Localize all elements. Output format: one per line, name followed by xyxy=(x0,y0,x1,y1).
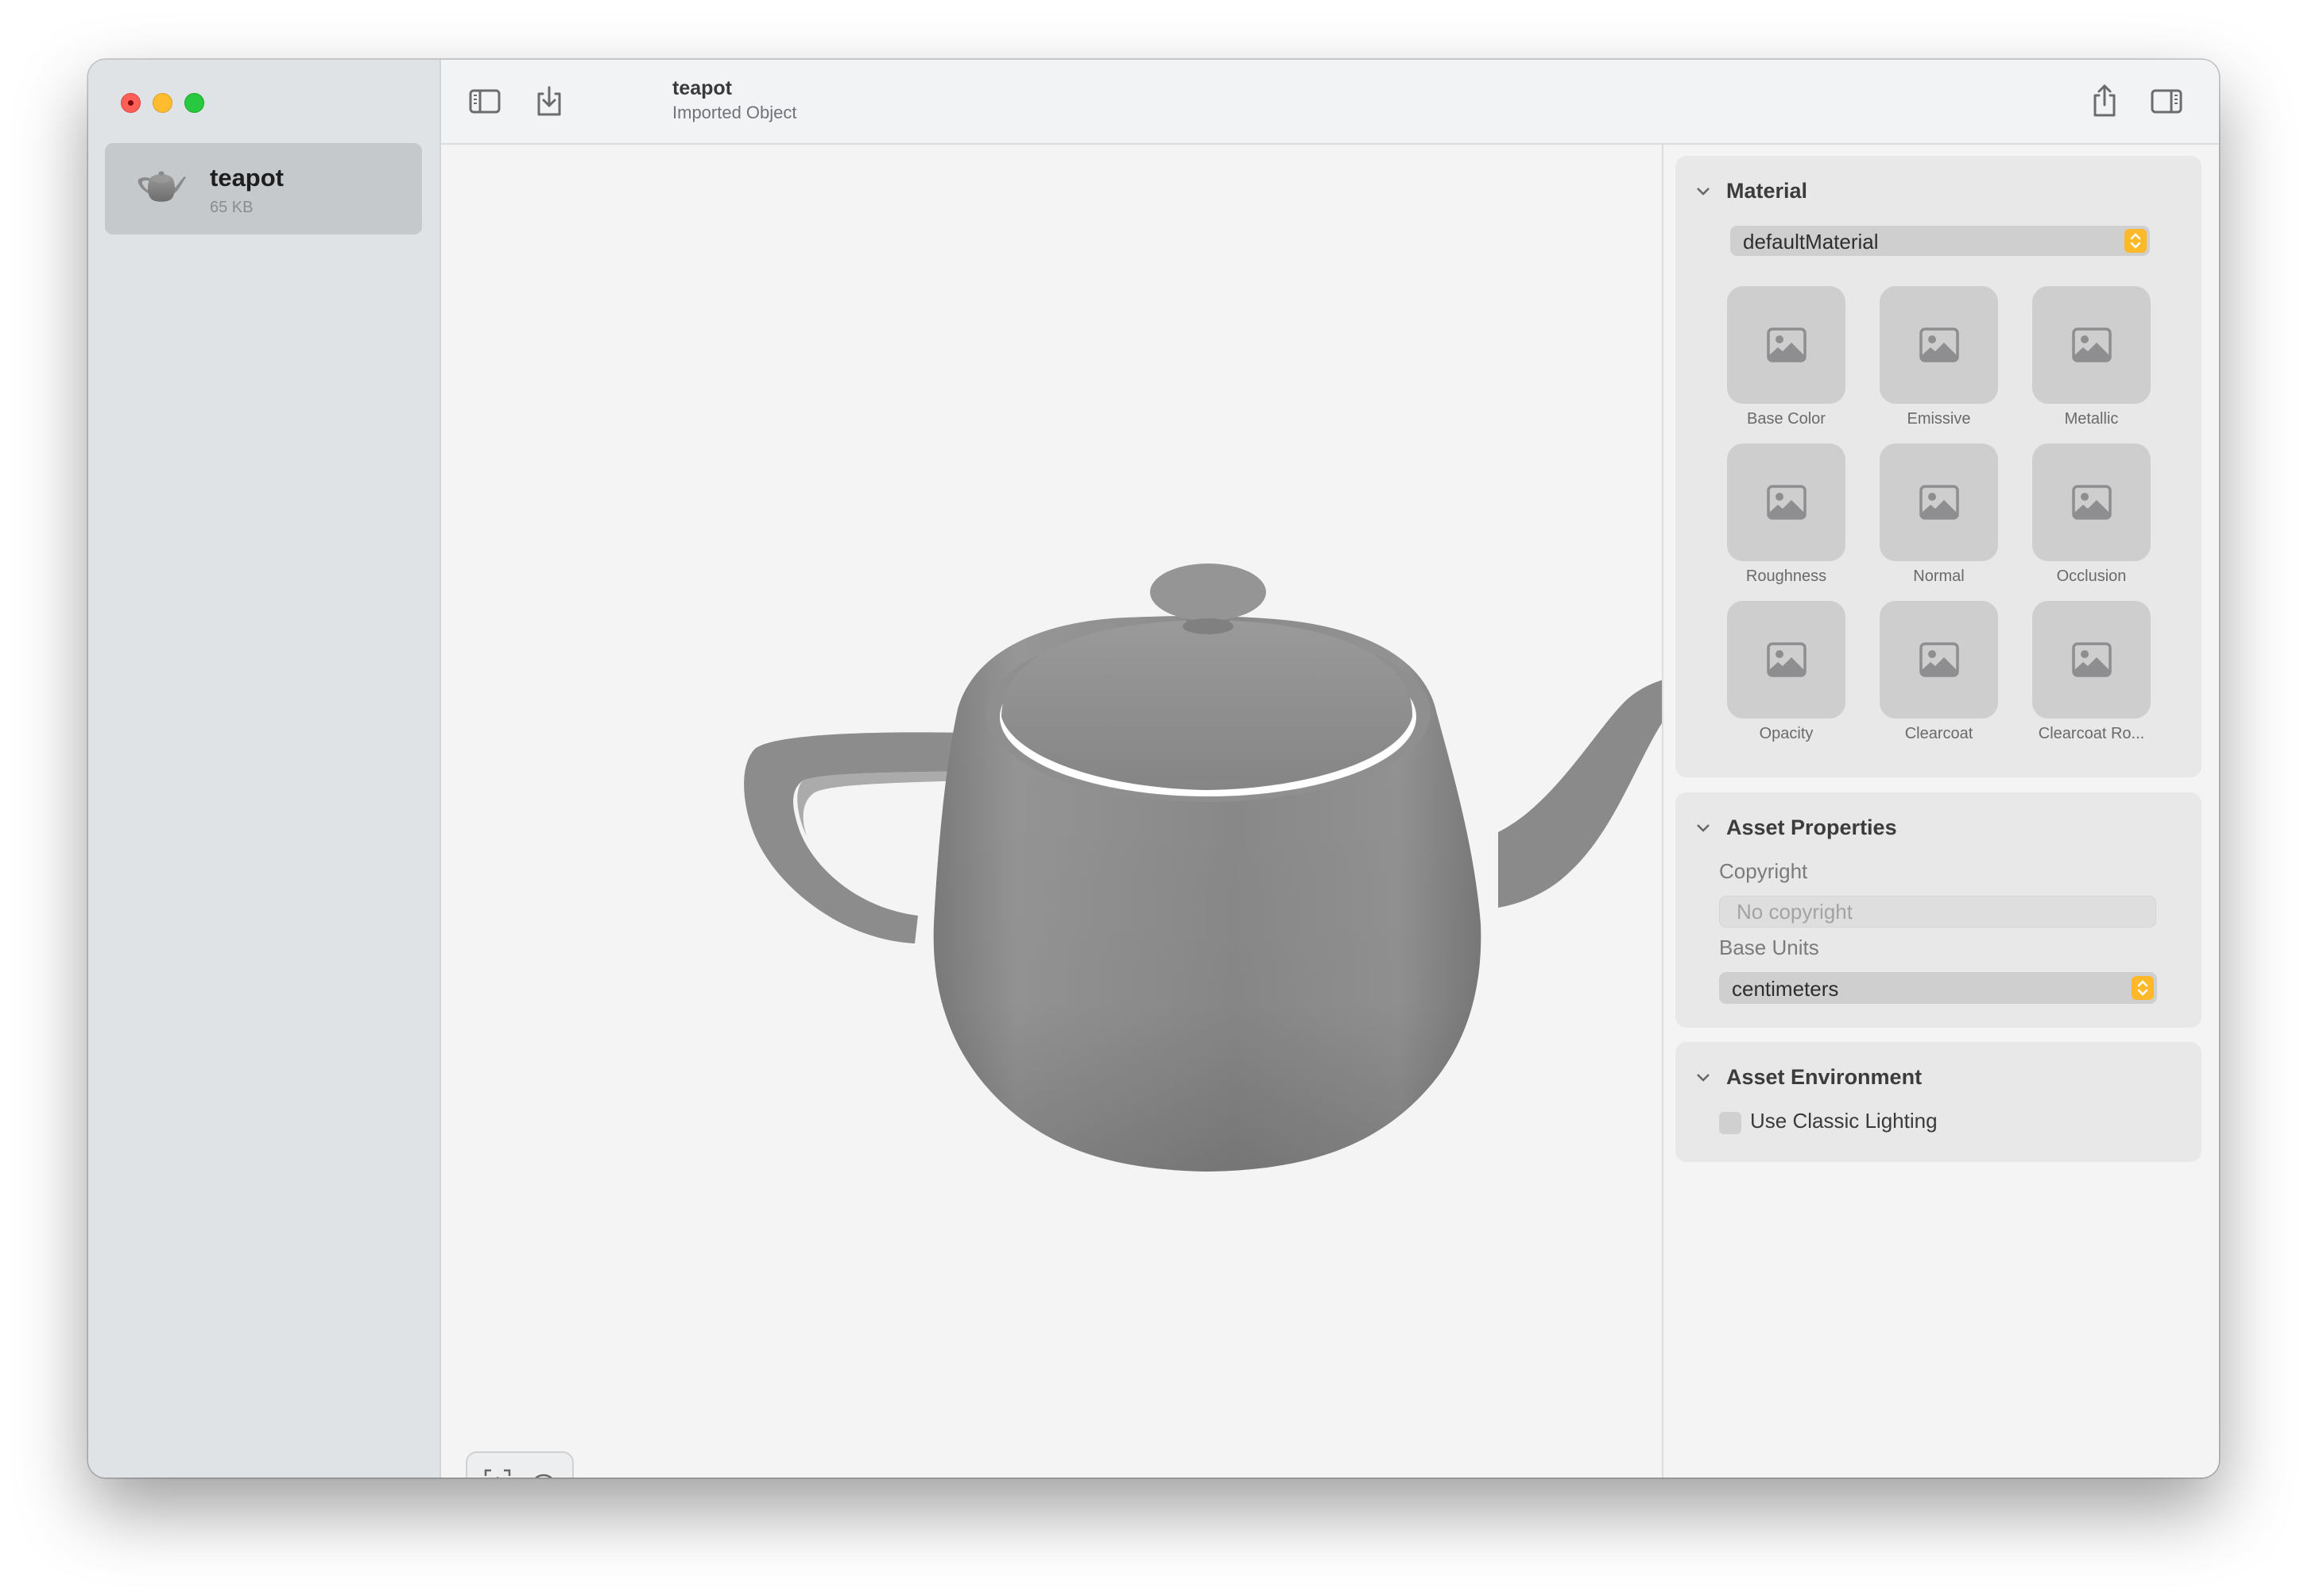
asset-environment-panel: Asset Environment Use Classic Lighting xyxy=(1675,1042,2202,1162)
copyright-label: Copyright xyxy=(1719,859,1808,883)
zoom-window-button[interactable] xyxy=(184,93,204,113)
texture-slot-clearcoat-roughness[interactable]: Clearcoat Ro... xyxy=(2032,601,2151,743)
image-placeholder-icon xyxy=(1767,327,1807,362)
texture-slot-roughness[interactable]: Roughness xyxy=(1727,444,1845,586)
material-section-header[interactable]: Material xyxy=(1694,176,1807,205)
share-icon[interactable] xyxy=(2087,83,2122,118)
3d-viewport[interactable] xyxy=(441,145,1663,1478)
copyright-input[interactable] xyxy=(1720,897,2155,927)
asset-environment-title: Asset Environment xyxy=(1726,1064,1923,1089)
material-select[interactable]: defaultMaterial xyxy=(1730,226,2150,256)
frame-object-icon[interactable] xyxy=(482,1466,513,1478)
classic-lighting-checkbox[interactable] xyxy=(1719,1112,1741,1134)
inspector-toggle-icon[interactable] xyxy=(2149,83,2184,118)
image-placeholder-icon xyxy=(1919,485,1959,520)
texture-label: Base Color xyxy=(1747,410,1826,428)
document-title: teapot xyxy=(672,77,732,99)
image-placeholder-icon xyxy=(2072,642,2112,677)
toolbar: teapot Imported Object xyxy=(441,60,2219,145)
base-units-select[interactable]: centimeters xyxy=(1719,972,2157,1004)
texture-label: Occlusion xyxy=(2056,568,2127,585)
texture-label: Opacity xyxy=(1759,725,1814,742)
asset-environment-section-header[interactable]: Asset Environment xyxy=(1694,1063,1922,1091)
teapot-spout xyxy=(1498,680,1662,908)
chevron-down-icon[interactable] xyxy=(1694,182,1712,200)
material-select-value: defaultMaterial xyxy=(1743,230,1879,254)
texture-slot-occlusion[interactable]: Occlusion xyxy=(2032,444,2151,586)
viewport-controls xyxy=(466,1451,574,1478)
image-placeholder-icon xyxy=(1767,642,1807,677)
image-placeholder-icon xyxy=(1919,642,1959,677)
close-window-button[interactable] xyxy=(121,93,141,113)
texture-label: Emissive xyxy=(1907,410,1971,428)
asset-properties-panel: Asset Properties Copyright Base Units ce… xyxy=(1675,792,2202,1028)
texture-slot-opacity[interactable]: Opacity xyxy=(1727,601,1845,743)
texture-slot-metallic[interactable]: Metallic xyxy=(2032,286,2151,428)
image-placeholder-icon xyxy=(2072,327,2112,362)
image-placeholder-icon xyxy=(2072,485,2112,520)
chevron-down-icon[interactable] xyxy=(1694,1068,1712,1086)
app-window: teapot 65 KB teapot Imported Object Mate… xyxy=(88,60,2219,1478)
texture-slot-clearcoat[interactable]: Clearcoat xyxy=(1880,601,1998,743)
image-placeholder-icon xyxy=(1767,485,1807,520)
texture-label: Clearcoat xyxy=(1904,725,1973,742)
material-panel: Material defaultMaterial Base Color Emis… xyxy=(1675,156,2202,777)
chevron-down-icon[interactable] xyxy=(1694,819,1712,836)
asset-properties-title: Asset Properties xyxy=(1726,815,1897,839)
sidebar-toggle-icon[interactable] xyxy=(467,83,502,118)
classic-lighting-label[interactable]: Use Classic Lighting xyxy=(1750,1109,1938,1133)
sidebar: teapot 65 KB xyxy=(88,60,441,1478)
teapot-model[interactable] xyxy=(441,145,1662,1478)
texture-label: Normal xyxy=(1913,568,1965,585)
base-units-value: centimeters xyxy=(1732,977,1839,1001)
copyright-field[interactable] xyxy=(1719,896,2156,928)
environment-dome-icon[interactable] xyxy=(528,1466,560,1478)
inspector: Material defaultMaterial Base Color Emis… xyxy=(1663,145,2219,1478)
minimize-window-button[interactable] xyxy=(153,93,172,113)
material-section-title: Material xyxy=(1726,178,1808,203)
base-units-label: Base Units xyxy=(1719,936,1819,959)
document-subtitle: Imported Object xyxy=(672,103,797,122)
texture-slot-base-color[interactable]: Base Color xyxy=(1727,286,1845,428)
teapot-thumbnail-icon xyxy=(137,171,186,202)
sidebar-item-teapot[interactable]: teapot 65 KB xyxy=(105,143,422,234)
texture-label: Roughness xyxy=(1745,568,1827,585)
teapot-lid xyxy=(1001,620,1413,790)
sidebar-item-name: teapot xyxy=(210,164,284,192)
import-icon[interactable] xyxy=(532,83,567,118)
asset-properties-section-header[interactable]: Asset Properties xyxy=(1694,813,1897,842)
texture-label: Metallic xyxy=(2064,410,2119,428)
texture-slot-emissive[interactable]: Emissive xyxy=(1880,286,1998,428)
stepper-arrows-icon xyxy=(2132,976,2154,1000)
image-placeholder-icon xyxy=(1919,327,1959,362)
sidebar-item-size: 65 KB xyxy=(210,199,254,216)
stepper-arrows-icon xyxy=(2124,229,2147,253)
texture-label: Clearcoat Ro... xyxy=(2038,725,2145,742)
texture-slot-normal[interactable]: Normal xyxy=(1880,444,1998,586)
